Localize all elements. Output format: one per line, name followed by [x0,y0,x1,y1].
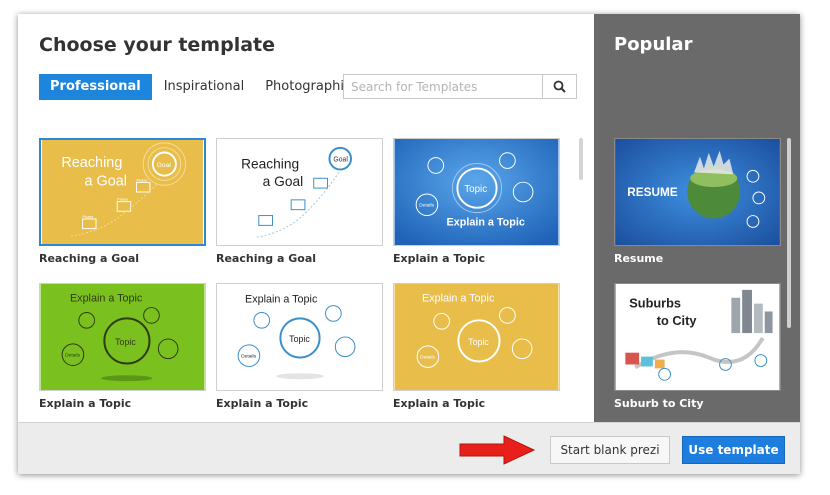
thumb-goal: Goal [157,162,172,169]
thumb-line1: Suburbs [629,296,681,311]
template-card[interactable]: Topic Details Explain a Topic Explain a … [393,138,560,265]
popular-panel: Popular RESUME Resume Suburbs to City Su… [594,14,800,422]
thumb-topic: Topic [468,337,489,347]
thumb-phase2: Phase [117,198,128,202]
template-label: Explain a Topic [393,252,486,265]
thumb-heading: Explain a Topic [70,293,143,305]
popular-title: Popular [614,34,693,55]
template-browser: Choose your template Professional Inspir… [18,14,594,422]
thumb-phase3: Phase [136,178,147,182]
template-label: Reaching a Goal [216,252,317,265]
category-tabs: Professional Inspirational Photographic [39,74,363,100]
template-card[interactable]: Explain a Topic Topic Details Explain a … [393,283,560,410]
thumb-phase1: Phase [83,215,94,219]
explain-topic-green-illustration: Explain a Topic Topic Details [40,284,205,390]
use-template-button[interactable]: Use template [682,436,785,464]
tab-professional[interactable]: Professional [39,74,152,100]
thumb-line2: to City [657,313,698,328]
tab-inspirational[interactable]: Inspirational [155,74,254,100]
explain-topic-white-illustration: Explain a Topic Topic Details [217,284,382,390]
explain-topic-gold-illustration: Explain a Topic Topic Details [394,284,559,390]
explain-topic-blue-illustration: Topic Details Explain a Topic [394,139,559,245]
template-thumbnail[interactable]: Reaching a Goal Goal [216,138,383,246]
template-thumbnail[interactable]: Explain a Topic Topic Details [216,283,383,391]
template-label: Reaching a Goal [39,252,140,265]
reaching-goal-white-illustration: Reaching a Goal Goal [217,139,382,245]
resume-illustration: RESUME [615,139,780,245]
thumb-topic: Topic [464,184,487,195]
red-arrow-icon [459,435,536,465]
template-label: Explain a Topic [393,397,486,410]
thumb-resume-text: RESUME [627,186,677,199]
search-button[interactable] [542,75,576,98]
thumb-line2: a Goal [263,174,303,189]
template-card[interactable]: Explain a Topic Topic Details Explain a … [216,283,383,410]
thumb-line1: Reaching [241,156,299,171]
popular-label: Suburb to City [614,397,704,410]
thumb-line2: a Goal [84,173,127,189]
thumb-heading: Explain a Topic [422,293,495,305]
thumb-topic: Topic [289,334,310,344]
reaching-goal-gold-illustration: Reaching a Goal Goal Phase Phase Phase [42,140,203,244]
thumb-details: Details [241,354,257,360]
template-scrollbar[interactable] [579,138,583,180]
thumb-line1: Reaching [61,155,122,171]
thumb-heading: Explain a Topic [447,216,525,228]
search-input[interactable] [344,75,542,98]
template-card[interactable]: Reaching a Goal Goal Phase Phase Phase R… [39,138,206,265]
dialog-title: Choose your template [39,34,276,56]
thumb-topic: Topic [115,337,136,347]
thumb-details: Details [420,355,436,361]
template-thumbnail[interactable]: Explain a Topic Topic Details [393,283,560,391]
template-thumbnail[interactable]: Topic Details Explain a Topic [393,138,560,246]
popular-thumbnail[interactable]: RESUME [614,138,781,246]
dialog-footer: Start blank prezi Use template [18,422,800,474]
thumb-heading: Explain a Topic [245,294,318,306]
popular-scrollbar[interactable] [787,138,791,328]
template-dialog: Choose your template Professional Inspir… [18,14,800,474]
popular-label: Resume [614,252,664,265]
thumb-details: Details [65,353,81,359]
template-label: Explain a Topic [39,397,132,410]
thumb-details: Details [419,203,435,209]
popular-card[interactable]: Suburbs to City Suburb to City [614,283,781,410]
template-search [343,74,577,99]
template-label: Explain a Topic [216,397,309,410]
template-thumbnail[interactable]: Explain a Topic Topic Details [39,283,206,391]
template-thumbnail[interactable]: Reaching a Goal Goal Phase Phase Phase [39,138,206,246]
suburb-city-illustration: Suburbs to City [615,284,780,390]
thumb-goal: Goal [333,157,348,164]
search-icon [553,80,566,93]
start-blank-prezi-button[interactable]: Start blank prezi [550,436,670,464]
template-card[interactable]: Explain a Topic Topic Details Explain a … [39,283,206,410]
popular-card[interactable]: RESUME Resume [614,138,781,265]
template-card[interactable]: Reaching a Goal Goal Reaching a Goal [216,138,383,265]
popular-thumbnail[interactable]: Suburbs to City [614,283,781,391]
